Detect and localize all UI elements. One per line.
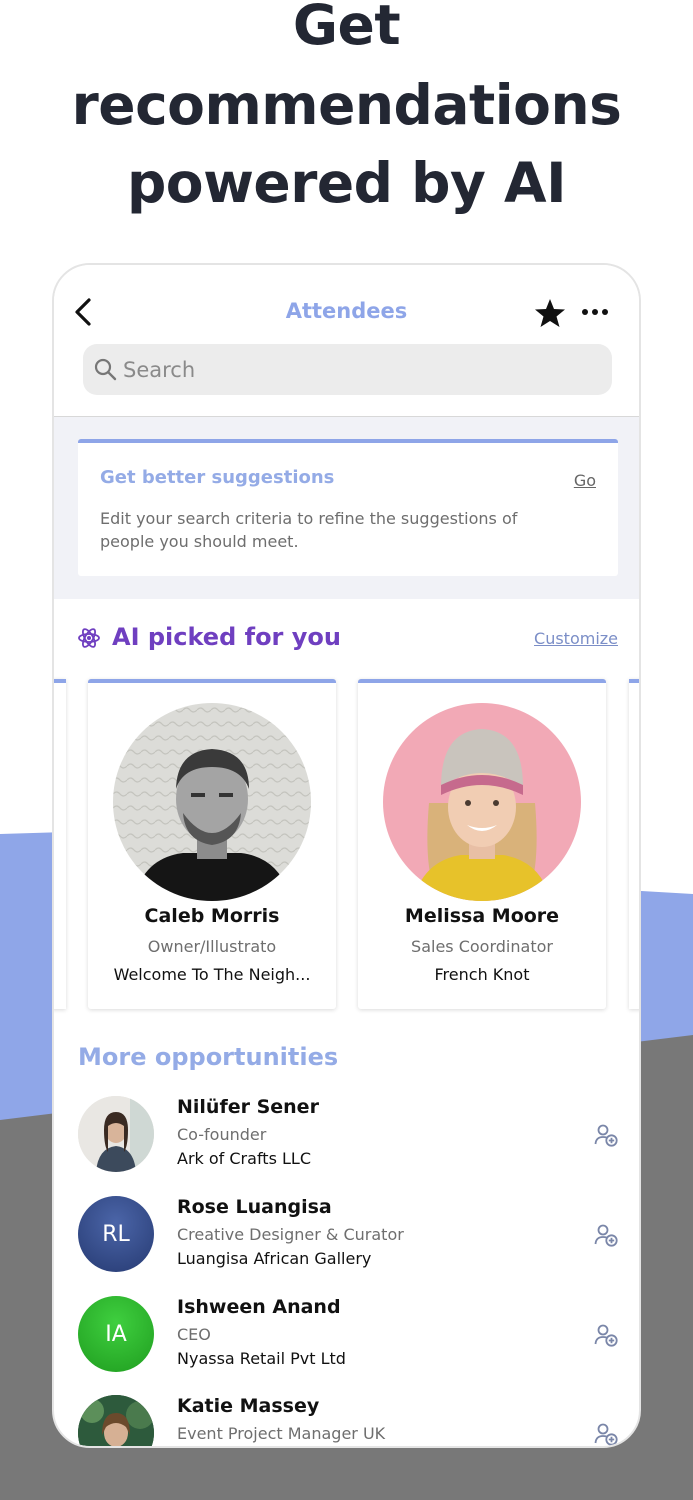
headline-line-1: Get (292, 0, 401, 57)
add-user-icon[interactable] (594, 1123, 618, 1147)
list-item[interactable]: Katie Massey Event Project Manager UK (78, 1395, 618, 1446)
add-user-icon[interactable] (594, 1223, 618, 1247)
avatar (113, 703, 311, 901)
top-bar: Attendees (54, 265, 639, 417)
ai-picked-header: AI picked for you Customize (78, 623, 618, 655)
suggestion-go-link[interactable]: Go (574, 471, 596, 490)
suggestion-card: Get better suggestions Go Edit your sear… (78, 439, 618, 576)
opportunity-name: Katie Massey (177, 1395, 320, 1417)
avatar (383, 703, 581, 901)
pick-organization: Welcome To The Neigh... (113, 965, 311, 984)
suggestion-description: Edit your search criteria to refine the … (100, 509, 518, 551)
opportunity-name: Rose Luangisa (177, 1196, 332, 1218)
opportunity-organization: Luangisa African Gallery (177, 1249, 372, 1268)
list-item[interactable]: RL Rose Luangisa Creative Designer & Cur… (78, 1196, 618, 1276)
pick-card[interactable]: Melissa Moore Sales Coordinator French K… (358, 679, 606, 1009)
add-user-icon[interactable] (594, 1323, 618, 1347)
opportunity-name: Nilüfer Sener (177, 1096, 319, 1118)
opportunity-role: Event Project Manager UK (177, 1424, 386, 1443)
add-user-icon[interactable] (594, 1422, 618, 1446)
search-icon (94, 358, 117, 381)
opportunity-organization: Nyassa Retail Pvt Ltd (177, 1349, 346, 1368)
suggestion-title: Get better suggestions (100, 467, 335, 488)
avatar (78, 1395, 154, 1446)
star-icon[interactable] (534, 297, 566, 329)
more-horizontal-icon[interactable] (580, 303, 610, 321)
avatar-initials: IA (105, 1321, 127, 1347)
customize-link[interactable]: Customize (534, 629, 618, 648)
avatar (78, 1096, 154, 1172)
list-item[interactable]: IA Ishween Anand CEO Nyassa Retail Pvt L… (78, 1296, 618, 1376)
opportunity-role: Creative Designer & Curator (177, 1225, 404, 1244)
opportunity-name: Ishween Anand (177, 1296, 341, 1318)
pick-role: Sales Coordinator (411, 937, 553, 956)
pick-name: Caleb Morris (144, 905, 280, 927)
pick-organization: French Knot (434, 965, 530, 984)
pick-card-partial-right[interactable] (629, 679, 639, 1009)
more-opportunities-title: More opportunities (78, 1043, 339, 1071)
pick-card-partial-left[interactable] (54, 679, 66, 1009)
search-input[interactable] (123, 344, 593, 395)
avatar: RL (78, 1196, 154, 1272)
opportunity-role: CEO (177, 1325, 211, 1344)
pick-role: Owner/Illustrato (147, 937, 277, 956)
avatar: IA (78, 1296, 154, 1372)
pick-card[interactable]: Caleb Morris Owner/Illustrato Welcome To… (88, 679, 336, 1009)
search-bar (83, 344, 612, 395)
ai-picked-title: AI picked for you (112, 623, 341, 651)
list-item[interactable]: Nilüfer Sener Co-founder Ark of Crafts L… (78, 1096, 618, 1176)
opportunity-role: Co-founder (177, 1125, 267, 1144)
phone-screen: Attendees Get better suggestions Go Edit… (52, 263, 641, 1448)
opportunity-organization: Ark of Crafts LLC (177, 1149, 311, 1168)
atom-icon (78, 628, 100, 648)
headline-line-3: powered by AI (126, 151, 567, 215)
suggestion-area: Get better suggestions Go Edit your sear… (54, 417, 639, 599)
pick-name: Melissa Moore (404, 905, 560, 927)
avatar-initials: RL (102, 1221, 130, 1247)
headline-line-2: recommendations (71, 73, 622, 137)
